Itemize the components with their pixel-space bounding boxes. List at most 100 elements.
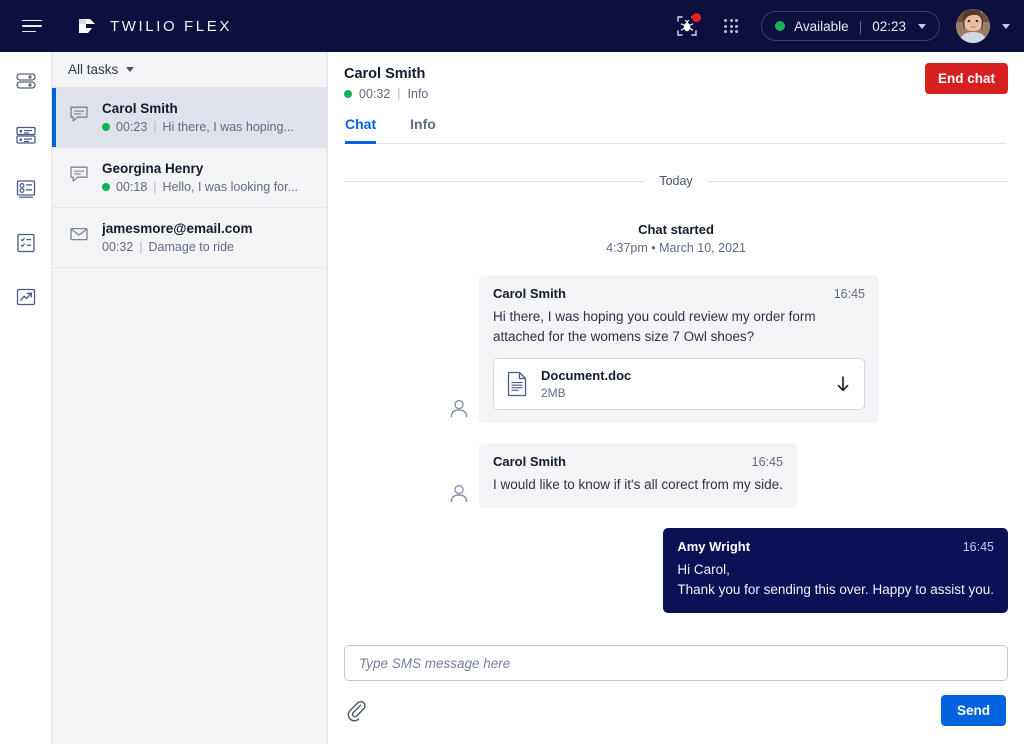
chat-started-timestamp: 4:37pm • March 10, 2021 (344, 241, 1008, 255)
chat-panel: Carol Smith 00:32 | Info End chat Chat I… (328, 52, 1024, 744)
queues-icon (14, 177, 38, 206)
task-meta: 00:23 | Hi there, I was hoping... (102, 120, 313, 134)
send-button[interactable]: Send (941, 695, 1006, 726)
envelope-icon (69, 224, 89, 244)
avatar-menu[interactable] (956, 9, 1010, 43)
task-filter[interactable]: All tasks (52, 52, 327, 88)
message-bubble: Carol Smith 16:45 I would like to know i… (479, 443, 797, 508)
sidebar-item-queues[interactable] (13, 178, 39, 204)
checklist-icon (14, 231, 38, 260)
status-dot-icon (102, 183, 110, 191)
hamburger-menu-icon[interactable] (22, 11, 52, 41)
message-row: Carol Smith 16:45 Hi there, I was hoping… (344, 275, 1008, 423)
divider-line-left (344, 181, 645, 182)
agent-status-pill[interactable]: Available | 02:23 (761, 11, 940, 41)
message-author: Amy Wright (677, 539, 750, 554)
chat-bubble-icon (69, 164, 89, 184)
task-filter-label: All tasks (68, 62, 118, 77)
message-head: Carol Smith 16:45 (493, 286, 865, 301)
page-title: Carol Smith (344, 66, 1006, 82)
chat-bubble-icon (69, 104, 89, 124)
task-content: Carol Smith 00:23 | Hi there, I was hopi… (102, 101, 313, 134)
sidebar-item-tasks[interactable] (13, 124, 39, 150)
attachment-filename: Document.doc (541, 368, 821, 383)
customer-avatar-icon (448, 397, 470, 419)
divider-line-right (707, 181, 1008, 182)
chat-started-notice: Chat started 4:37pm • March 10, 2021 (344, 222, 1008, 255)
task-item-georgina-henry[interactable]: Georgina Henry 00:18 | Hello, I was look… (52, 148, 327, 208)
task-timer: 00:23 (116, 120, 147, 134)
message-time: 16:45 (834, 287, 865, 301)
brand-title: TWILIO FLEX (110, 18, 232, 35)
task-content: jamesmore@email.com 00:32 | Damage to ri… (102, 221, 313, 254)
task-content: Georgina Henry 00:18 | Hello, I was look… (102, 161, 313, 194)
brand: TWILIO FLEX (76, 15, 232, 37)
status-dot-icon (102, 123, 110, 131)
sidebar-item-toggles[interactable] (13, 70, 39, 96)
status-dot-icon (775, 21, 785, 31)
sidebar-item-analytics[interactable] (13, 286, 39, 312)
message-bubble: Carol Smith 16:45 Hi there, I was hoping… (479, 275, 879, 423)
chevron-down-icon (918, 24, 926, 29)
status-timer: 02:23 (872, 19, 906, 34)
message-composer: Send (328, 635, 1024, 744)
chevron-down-icon (126, 67, 134, 72)
app-body: All tasks Carol Smith 00:23 | (0, 52, 1024, 744)
chat-started-title: Chat started (344, 222, 1008, 237)
navigation-rail (0, 52, 52, 744)
message-bubble: Amy Wright 16:45 Hi Carol, Thank you for… (663, 528, 1008, 613)
app-grid-icon[interactable] (717, 12, 745, 40)
task-preview: Damage to ride (149, 240, 234, 254)
message-input[interactable] (359, 656, 993, 671)
attachment-card[interactable]: Document.doc 2MB (493, 358, 865, 410)
task-item-jamesmore-email[interactable]: jamesmore@email.com 00:32 | Damage to ri… (52, 208, 327, 268)
day-divider-label: Today (659, 174, 692, 188)
status-dot-icon (344, 90, 352, 98)
attachment-meta: Document.doc 2MB (541, 368, 821, 400)
chat-info-link[interactable]: Info (408, 87, 429, 101)
chat-timer: 00:32 (359, 87, 390, 101)
message-text-line-2: Thank you for sending this over. Happy t… (677, 580, 994, 600)
task-name: jamesmore@email.com (102, 221, 313, 236)
task-item-carol-smith[interactable]: Carol Smith 00:23 | Hi there, I was hopi… (52, 88, 327, 148)
message-list: Today Chat started 4:37pm • March 10, 20… (328, 144, 1024, 635)
document-icon (506, 371, 528, 397)
task-name: Georgina Henry (102, 161, 313, 176)
task-meta: 00:32 | Damage to ride (102, 240, 313, 254)
trending-up-icon (14, 285, 38, 314)
bug-icon[interactable] (673, 12, 701, 40)
message-author: Carol Smith (493, 454, 566, 469)
status-label: Available (794, 19, 849, 34)
message-text: I would like to know if it's all corect … (493, 475, 783, 495)
task-preview: Hello, I was looking for... (163, 180, 298, 194)
end-chat-button[interactable]: End chat (925, 63, 1008, 94)
composer-input-wrapper[interactable] (344, 645, 1008, 681)
task-timer: 00:18 (116, 180, 147, 194)
day-divider: Today (344, 174, 1008, 188)
notification-badge (692, 13, 701, 22)
chat-header: Carol Smith 00:32 | Info End chat Chat I… (328, 52, 1024, 144)
message-time: 16:45 (752, 455, 783, 469)
top-bar-actions: Available | 02:23 (673, 9, 1010, 43)
top-bar: TWILIO FLEX (0, 0, 1024, 52)
message-row: Carol Smith 16:45 I would like to know i… (344, 443, 1008, 508)
task-preview: Hi there, I was hoping... (163, 120, 294, 134)
task-separator: | (153, 120, 156, 134)
attachment-size: 2MB (541, 386, 821, 400)
status-separator: | (859, 19, 863, 34)
message-text: Hi there, I was hoping you could review … (493, 307, 865, 347)
task-separator: | (139, 240, 142, 254)
message-head: Carol Smith 16:45 (493, 454, 783, 469)
avatar (956, 9, 990, 43)
task-separator: | (153, 180, 156, 194)
sidebar-item-agents[interactable] (13, 232, 39, 258)
download-arrow-icon[interactable] (834, 375, 852, 393)
message-time: 16:45 (963, 540, 994, 554)
composer-actions: Send (344, 695, 1008, 726)
tab-chat[interactable]: Chat (345, 116, 376, 144)
message-author: Carol Smith (493, 286, 566, 301)
twilio-logo-icon (76, 15, 98, 37)
task-name: Carol Smith (102, 101, 313, 116)
tab-info[interactable]: Info (410, 116, 436, 144)
paperclip-icon[interactable] (346, 700, 368, 722)
